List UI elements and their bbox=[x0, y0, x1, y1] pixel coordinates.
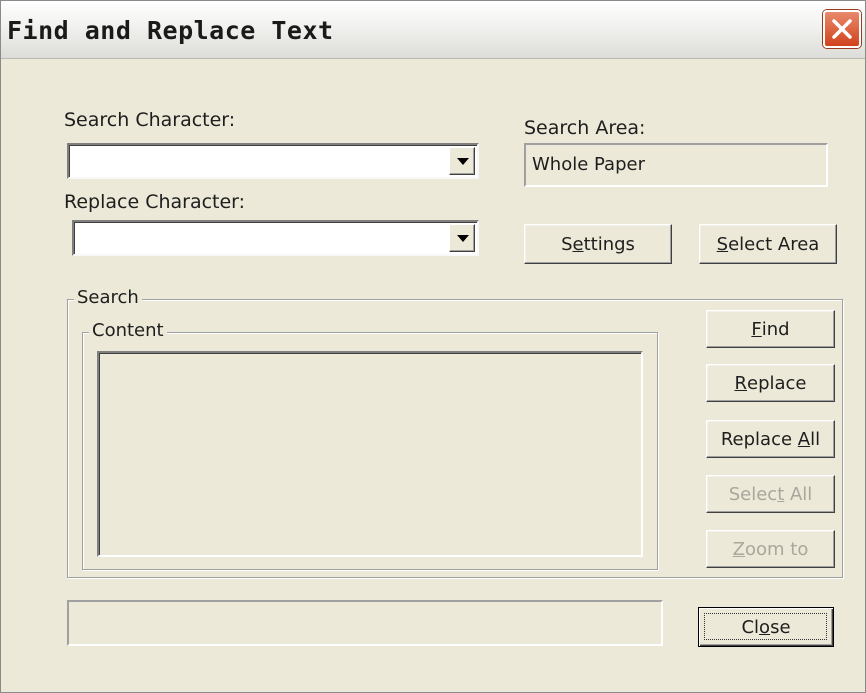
zoom-to-button[interactable]: Zoom to bbox=[706, 530, 835, 568]
select-all-label-accel: t bbox=[777, 483, 785, 505]
select-all-button[interactable]: Selec t All bbox=[706, 475, 835, 513]
replace-all-label-pre: Replace bbox=[720, 428, 798, 450]
replace-label-post: eplace bbox=[747, 372, 807, 394]
select-area-label-accel: S bbox=[716, 233, 729, 255]
close-label-pre: Cl bbox=[741, 616, 760, 638]
close-x-icon bbox=[832, 19, 852, 39]
select-area-button[interactable]: Select Area bbox=[699, 224, 837, 264]
select-area-label-post: elect Area bbox=[728, 233, 820, 255]
find-replace-dialog: Find and Replace Text Search Character: … bbox=[0, 0, 866, 693]
replace-character-dropdown-button[interactable] bbox=[449, 224, 475, 252]
search-area-field: Whole Paper bbox=[524, 143, 828, 187]
search-character-combo[interactable] bbox=[67, 143, 479, 179]
dialog-title: Find and Replace Text bbox=[7, 16, 334, 45]
replace-character-combo[interactable] bbox=[72, 220, 479, 256]
content-area[interactable] bbox=[97, 351, 643, 557]
search-area-value: Whole Paper bbox=[532, 154, 645, 175]
settings-label-post: ttings bbox=[583, 233, 635, 255]
close-label-accel: o bbox=[759, 616, 771, 638]
status-field bbox=[67, 600, 663, 646]
close-button[interactable]: Cl o se bbox=[698, 607, 834, 647]
replace-label-accel: R bbox=[734, 372, 747, 394]
find-label-accel: F bbox=[751, 318, 762, 340]
search-area-label: Search Area: bbox=[524, 117, 646, 139]
settings-label-accel: e bbox=[572, 233, 584, 255]
find-label-post: ind bbox=[761, 318, 790, 340]
search-group-title: Search bbox=[74, 287, 142, 308]
replace-all-label-accel: A bbox=[797, 428, 811, 450]
close-x-button[interactable] bbox=[823, 10, 861, 48]
chevron-down-icon bbox=[457, 235, 469, 242]
settings-label-pre: S bbox=[561, 233, 573, 255]
settings-button[interactable]: Se ttings bbox=[524, 224, 672, 264]
search-character-dropdown-button[interactable] bbox=[449, 147, 475, 175]
zoom-to-label-post: oom to bbox=[744, 538, 809, 560]
select-all-label-pre: Selec bbox=[728, 483, 778, 505]
search-character-label: Search Character: bbox=[64, 109, 236, 131]
replace-all-button[interactable]: Replace All bbox=[706, 420, 835, 458]
chevron-down-icon bbox=[457, 158, 469, 165]
select-all-label-post: All bbox=[784, 483, 813, 505]
title-bar[interactable]: Find and Replace Text bbox=[1, 1, 865, 59]
zoom-to-label-accel: Z bbox=[732, 538, 745, 560]
replace-button[interactable]: Replace bbox=[706, 364, 835, 402]
find-button[interactable]: Find bbox=[706, 310, 835, 348]
content-group-title: Content bbox=[89, 320, 167, 341]
replace-character-label: Replace Character: bbox=[64, 191, 246, 213]
close-label-post: se bbox=[770, 616, 791, 638]
replace-all-label-post: ll bbox=[810, 428, 821, 450]
